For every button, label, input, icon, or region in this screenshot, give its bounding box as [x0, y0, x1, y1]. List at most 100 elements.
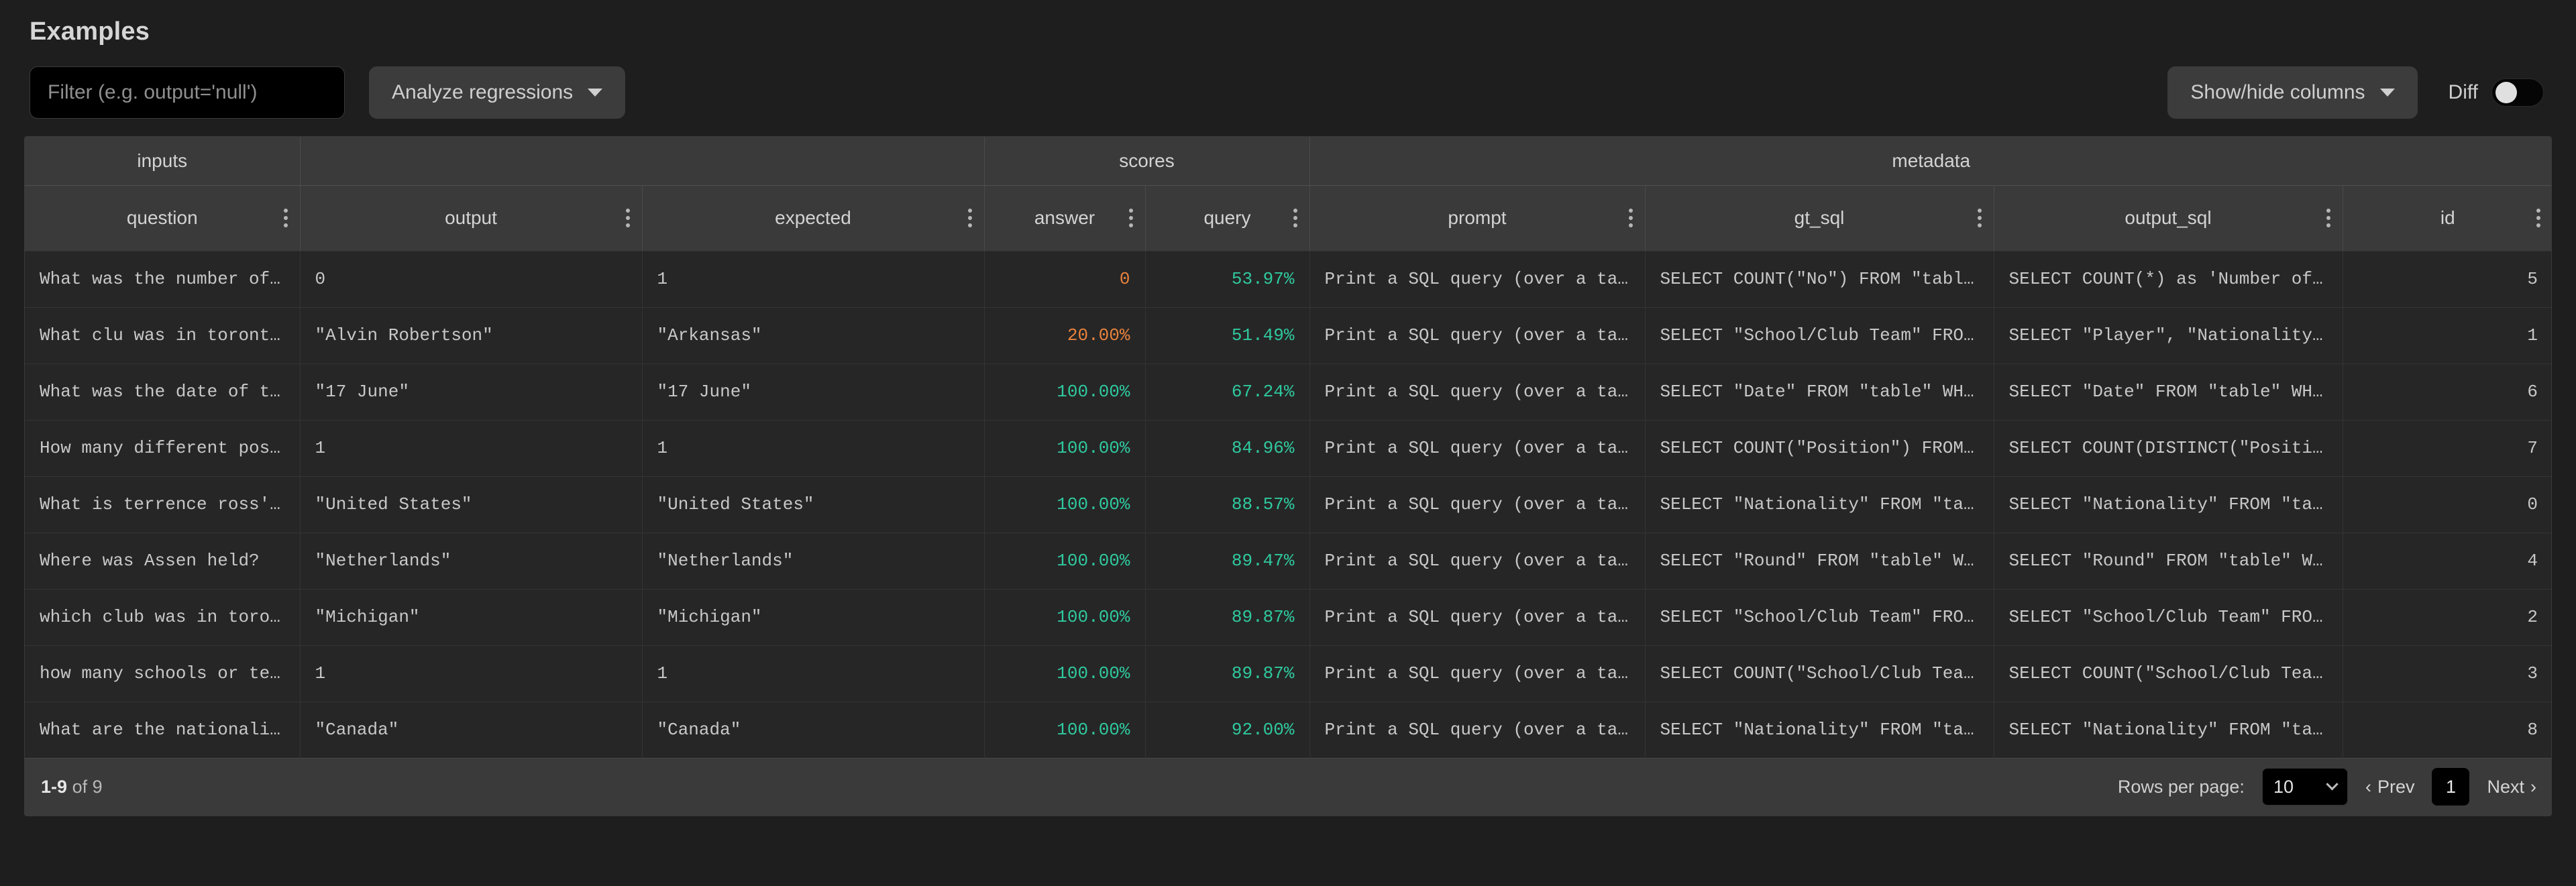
table-row[interactable]: What is terrence ross' nationali…"United…: [25, 476, 2552, 533]
next-page-button[interactable]: Next ›: [2487, 777, 2536, 797]
cell-expected: 1: [642, 420, 984, 476]
table-row[interactable]: What was the number of race that…01053.9…: [25, 251, 2552, 307]
kebab-menu-icon[interactable]: [968, 209, 972, 227]
cell-gt-sql: SELECT "School/Club Team" FROM "…: [1645, 589, 1994, 645]
cell-answer-score: 100.00%: [984, 420, 1145, 476]
kebab-menu-icon[interactable]: [2326, 209, 2330, 227]
table-row[interactable]: which club was in toronto 2003-06"Michig…: [25, 589, 2552, 645]
table-row[interactable]: What are the nationalities of th…"Canada…: [25, 702, 2552, 758]
cell-answer-score: 0: [984, 251, 1145, 307]
table-row[interactable]: how many schools or teams had ja…11100.0…: [25, 645, 2552, 702]
cell-prompt: Print a SQL query (over a table …: [1309, 702, 1645, 758]
cell-output-sql: SELECT "Player", "Nationality", …: [1994, 307, 2343, 364]
column-header-prompt[interactable]: prompt: [1309, 185, 1645, 251]
chevron-left-icon: ‹: [2365, 777, 2371, 797]
footer-cell: 1-9 of 9 Rows per page: 10: [25, 758, 2552, 816]
cell-question: Where was Assen held?: [25, 533, 300, 589]
analyze-regressions-button[interactable]: Analyze regressions: [369, 66, 625, 119]
caret-down-icon: [2380, 89, 2395, 97]
cell-expected: 1: [642, 251, 984, 307]
cell-gt-sql: SELECT COUNT("School/Club Team")…: [1645, 645, 1994, 702]
range-end: 9: [57, 777, 67, 797]
cell-answer-score: 100.00%: [984, 702, 1145, 758]
cell-id: 1: [2343, 307, 2552, 364]
kebab-menu-icon[interactable]: [626, 209, 630, 227]
cell-id: 4: [2343, 533, 2552, 589]
filter-input[interactable]: [30, 66, 345, 119]
examples-page: Examples Analyze regressions Show/hide c…: [0, 0, 2576, 886]
table-row[interactable]: How many different positions did…11100.0…: [25, 420, 2552, 476]
column-header-output-label: output: [445, 207, 497, 229]
cell-output-sql: SELECT "School/Club Team" FROM "…: [1994, 589, 2343, 645]
examples-table: inputs scores metadata questio: [25, 137, 2552, 816]
cell-output-sql: SELECT "Nationality" FROM "table…: [1994, 476, 2343, 533]
cell-expected: "17 June": [642, 364, 984, 420]
column-header-answer-label: answer: [1034, 207, 1095, 229]
column-header-query[interactable]: query: [1145, 185, 1309, 251]
cell-answer-score: 100.00%: [984, 645, 1145, 702]
kebab-menu-icon[interactable]: [1629, 209, 1633, 227]
cell-id: 6: [2343, 364, 2552, 420]
group-header-scores: scores: [984, 137, 1309, 185]
footer-row: 1-9 of 9 Rows per page: 10: [25, 758, 2552, 816]
rows-per-page-select[interactable]: 10: [2262, 768, 2348, 806]
cell-question: What was the number of race that…: [25, 251, 300, 307]
pagination-controls: Rows per page: 10 ‹ Prev 1: [2118, 768, 2536, 806]
caret-down-icon: [588, 89, 602, 97]
cell-query-score: 92.00%: [1145, 702, 1309, 758]
cell-output: "Netherlands": [300, 533, 642, 589]
cell-question: What are the nationalities of th…: [25, 702, 300, 758]
cell-output: "Canada": [300, 702, 642, 758]
kebab-menu-icon[interactable]: [1129, 209, 1133, 227]
kebab-menu-icon[interactable]: [284, 209, 288, 227]
column-header-output-sql-label: output_sql: [2125, 207, 2211, 229]
cell-prompt: Print a SQL query (over a table …: [1309, 476, 1645, 533]
group-header-row: inputs scores metadata: [25, 137, 2552, 185]
cell-query-score: 53.97%: [1145, 251, 1309, 307]
cell-output-sql: SELECT "Round" FROM "table" WHER…: [1994, 533, 2343, 589]
cell-expected: "Arkansas": [642, 307, 984, 364]
analyze-regressions-label: Analyze regressions: [392, 81, 573, 104]
column-header-row: question output expected: [25, 185, 2552, 251]
cell-output: "United States": [300, 476, 642, 533]
prev-page-button[interactable]: ‹ Prev: [2365, 777, 2415, 797]
table-row[interactable]: What clu was in toronto 1995-96"Alvin Ro…: [25, 307, 2552, 364]
cell-answer-score: 20.00%: [984, 307, 1145, 364]
cell-gt-sql: SELECT "Nationality" FROM "table…: [1645, 702, 1994, 758]
column-header-output[interactable]: output: [300, 185, 642, 251]
cell-output-sql: SELECT COUNT(*) as 'Number of Ra…: [1994, 251, 2343, 307]
table-row[interactable]: What was the date of the race in…"17 Jun…: [25, 364, 2552, 420]
group-header-inputs-label: inputs: [137, 150, 187, 172]
cell-prompt: Print a SQL query (over a table …: [1309, 364, 1645, 420]
cell-answer-score: 100.00%: [984, 589, 1145, 645]
page-title: Examples: [24, 0, 2552, 46]
cell-prompt: Print a SQL query (over a table …: [1309, 589, 1645, 645]
cell-output: 0: [300, 251, 642, 307]
group-header-inputs: inputs: [25, 137, 300, 185]
kebab-menu-icon[interactable]: [1293, 209, 1297, 227]
column-header-gt-sql-label: gt_sql: [1794, 207, 1845, 229]
column-header-gt-sql[interactable]: gt_sql: [1645, 185, 1994, 251]
kebab-menu-icon[interactable]: [1978, 209, 1982, 227]
column-header-question[interactable]: question: [25, 185, 300, 251]
table-head: inputs scores metadata questio: [25, 137, 2552, 251]
cell-prompt: Print a SQL query (over a table …: [1309, 251, 1645, 307]
rows-per-page-value: 10: [2273, 777, 2294, 797]
column-header-id[interactable]: id: [2343, 185, 2552, 251]
prev-page-label: Prev: [2377, 777, 2415, 797]
group-header-metadata: metadata: [1309, 137, 2552, 185]
range-dash: -: [51, 777, 57, 797]
column-header-expected[interactable]: expected: [642, 185, 984, 251]
diff-toggle[interactable]: [2491, 78, 2544, 107]
diff-label: Diff: [2449, 81, 2478, 104]
range-of: of 9: [72, 777, 103, 797]
cell-gt-sql: SELECT COUNT("No") FROM "table" …: [1645, 251, 1994, 307]
cell-output: "Michigan": [300, 589, 642, 645]
current-page-button[interactable]: 1: [2432, 768, 2469, 806]
show-hide-columns-button[interactable]: Show/hide columns: [2167, 66, 2417, 119]
table-row[interactable]: Where was Assen held?"Netherlands""Nethe…: [25, 533, 2552, 589]
cell-query-score: 89.87%: [1145, 645, 1309, 702]
kebab-menu-icon[interactable]: [2536, 209, 2540, 227]
column-header-output-sql[interactable]: output_sql: [1994, 185, 2343, 251]
column-header-answer[interactable]: answer: [984, 185, 1145, 251]
